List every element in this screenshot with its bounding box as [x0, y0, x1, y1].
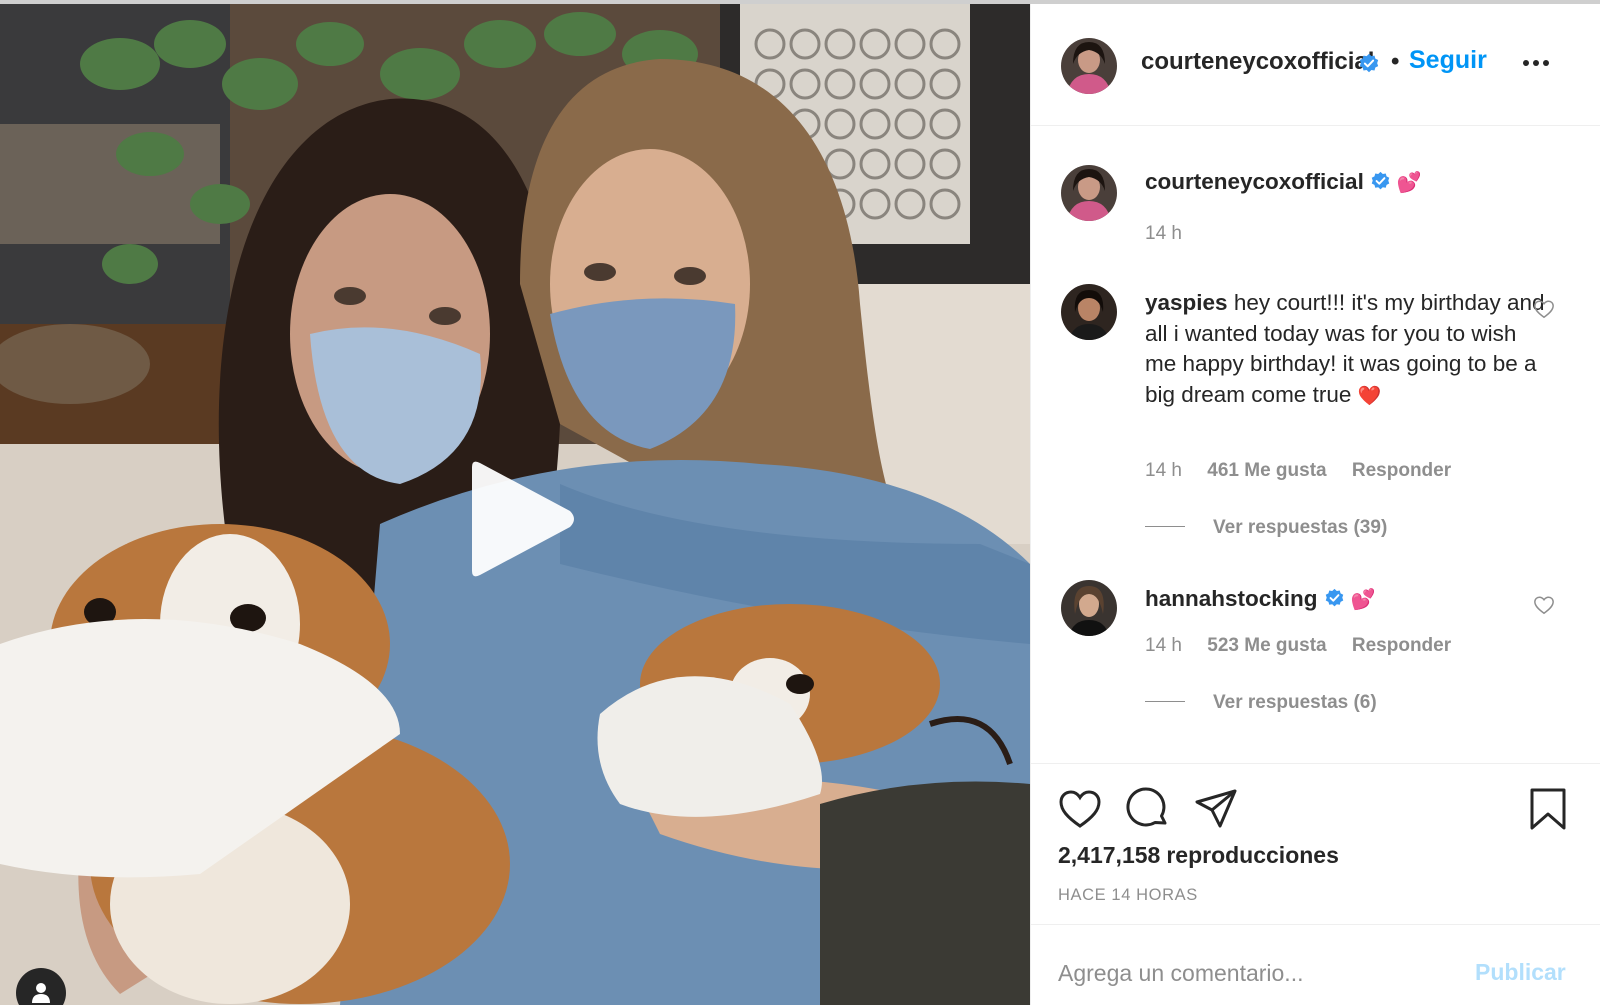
comment-button[interactable]	[1125, 786, 1171, 832]
caption-author-avatar[interactable]	[1061, 165, 1117, 221]
comment-avatar[interactable]	[1061, 580, 1117, 636]
verified-badge-icon	[1359, 53, 1379, 73]
commenter-avatar-image	[1061, 284, 1117, 340]
comment-meta: 14 h 523 Me gusta Responder	[1145, 635, 1471, 657]
caption-body: courteneycoxofficial 💕	[1145, 167, 1545, 199]
post-video[interactable]	[0, 4, 1030, 1005]
comment-meta: 14 h 461 Me gusta Responder	[1145, 460, 1471, 482]
like-comment-button[interactable]	[1533, 594, 1555, 616]
more-options-button[interactable]	[1519, 50, 1553, 76]
comment-body: yaspies hey court!!! it's my birthday an…	[1145, 288, 1545, 412]
comment-username[interactable]: yaspies	[1145, 290, 1228, 315]
user-tag-icon	[32, 983, 50, 1003]
publish-button[interactable]: Publicar	[1475, 959, 1566, 986]
comment-time: 14 h	[1145, 460, 1182, 481]
more-options-icon	[1523, 60, 1549, 66]
author-avatar-image	[1061, 38, 1117, 94]
play-icon	[472, 461, 574, 577]
play-button[interactable]	[462, 459, 582, 579]
comment-emoji: 💕	[1350, 589, 1376, 611]
post-timestamp[interactable]: HACE 14 HORAS	[1058, 886, 1198, 905]
post-header: courteneycoxofficial • Seguir	[1031, 4, 1600, 126]
comment-username[interactable]: hannahstocking	[1145, 586, 1318, 611]
bookmark-icon	[1530, 788, 1566, 830]
comments-list[interactable]: courteneycoxofficial 💕 14 h yaspies hey …	[1031, 127, 1600, 763]
follow-button[interactable]: Seguir	[1409, 46, 1487, 75]
share-icon	[1195, 789, 1237, 828]
heart-icon	[1059, 790, 1101, 828]
heart-icon	[1534, 596, 1554, 615]
comment-likes[interactable]: 523 Me gusta	[1207, 635, 1326, 656]
verified-badge-icon	[1325, 588, 1343, 607]
view-replies-label: Ver respuestas (39)	[1213, 517, 1388, 538]
verified-badge-icon	[1371, 171, 1390, 190]
like-button[interactable]	[1057, 786, 1103, 832]
reply-button[interactable]: Responder	[1352, 460, 1451, 481]
caption-avatar-image	[1061, 165, 1117, 221]
post-actions: 2,417,158 reproducciones HACE 14 HORAS	[1031, 763, 1600, 925]
comment-input[interactable]	[1058, 953, 1458, 993]
comment-time: 14 h	[1145, 635, 1182, 656]
comment-likes[interactable]: 461 Me gusta	[1207, 460, 1326, 481]
author-avatar[interactable]	[1061, 38, 1117, 94]
share-button[interactable]	[1193, 786, 1239, 832]
commenter-avatar-image	[1061, 580, 1117, 636]
view-replies-label: Ver respuestas (6)	[1213, 692, 1377, 713]
author-username[interactable]: courteneycoxofficial	[1141, 48, 1374, 76]
caption-time: 14 h	[1145, 223, 1182, 244]
reply-button[interactable]: Responder	[1352, 635, 1451, 656]
view-count[interactable]: 2,417,158 reproducciones	[1058, 842, 1339, 869]
caption-username[interactable]: courteneycoxofficial	[1145, 169, 1364, 194]
heart-emoji: ❤️	[1357, 385, 1382, 407]
heart-icon	[1534, 300, 1554, 319]
view-replies-button[interactable]: Ver respuestas (39)	[1145, 517, 1387, 539]
view-count-number: 2,417,158	[1058, 842, 1161, 868]
comment-avatar[interactable]	[1061, 284, 1117, 340]
save-button[interactable]	[1525, 786, 1571, 832]
like-comment-button[interactable]	[1533, 298, 1555, 320]
view-count-label: reproducciones	[1166, 842, 1339, 868]
caption-meta: 14 h	[1145, 223, 1202, 245]
header-separator: •	[1391, 48, 1400, 75]
add-comment-bar: Publicar	[1031, 924, 1600, 1005]
post-details-panel: courteneycoxofficial • Seguir courteneyc…	[1030, 4, 1600, 1005]
replies-line	[1145, 701, 1185, 702]
caption-emoji: 💕	[1396, 172, 1422, 194]
view-replies-button[interactable]: Ver respuestas (6)	[1145, 692, 1377, 714]
replies-line	[1145, 526, 1185, 527]
comment-icon	[1126, 787, 1167, 827]
comment-body: hannahstocking 💕	[1145, 584, 1545, 616]
